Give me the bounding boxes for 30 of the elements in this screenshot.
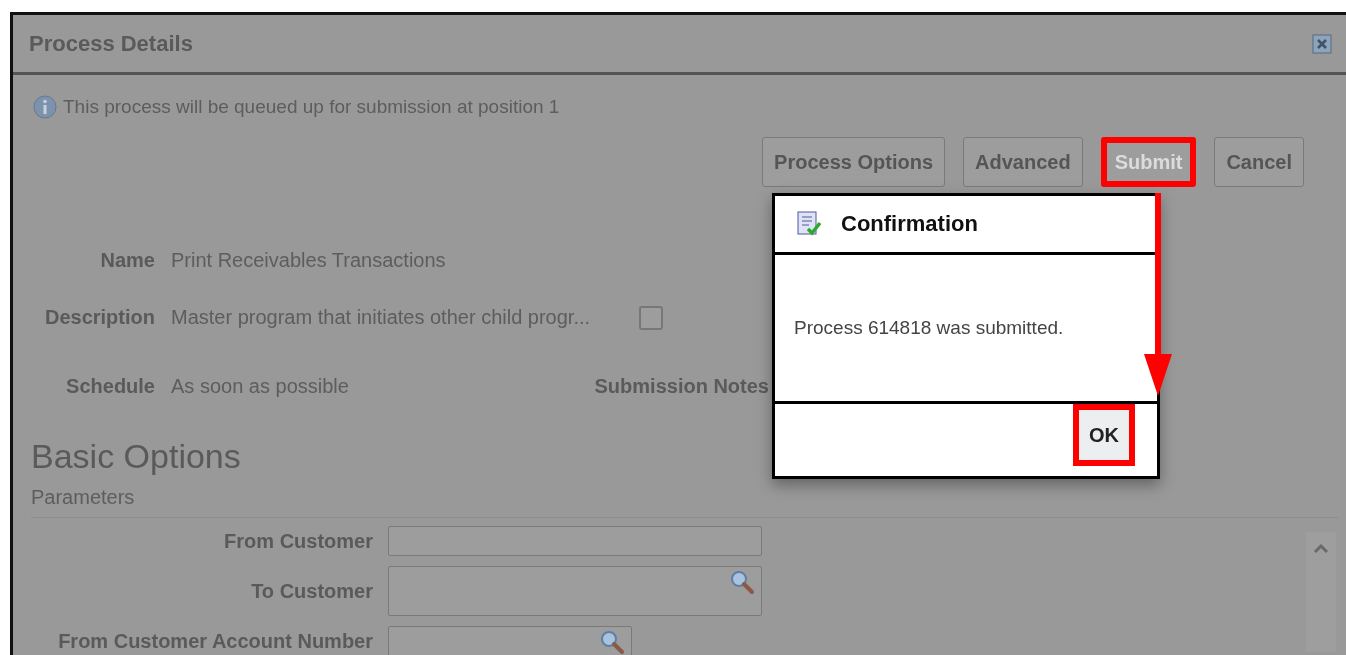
field-label: From Customer bbox=[224, 529, 373, 553]
action-button[interactable]: Process Options bbox=[762, 137, 946, 187]
document-check-icon bbox=[795, 210, 823, 238]
close-button[interactable] bbox=[1312, 33, 1332, 54]
field-label: Schedule bbox=[65, 374, 155, 398]
field-label: To Customer bbox=[251, 579, 373, 603]
field-value: Print Receivables Transactions bbox=[171, 248, 447, 273]
confirmation-message: Process 614818 was submitted. bbox=[794, 317, 1064, 339]
chevron-up-icon[interactable] bbox=[1313, 544, 1329, 554]
info-icon bbox=[33, 95, 57, 119]
input-field[interactable] bbox=[388, 526, 762, 556]
field-label: Submission Notes bbox=[593, 374, 769, 398]
input-field[interactable] bbox=[388, 626, 632, 655]
window-title: Process Details bbox=[29, 30, 193, 57]
action-button[interactable]: Cancel bbox=[1214, 137, 1304, 187]
info-message: This process will be queued up for submission at position 1 bbox=[63, 96, 560, 118]
field-label: From Customer Account Number bbox=[58, 629, 373, 653]
field-label: Description bbox=[43, 306, 155, 329]
field-value: Master program that initiates other child progr... bbox=[171, 305, 591, 330]
search-icon bbox=[599, 629, 625, 655]
scrollbar[interactable] bbox=[1306, 532, 1336, 652]
search-icon bbox=[729, 569, 755, 595]
dialog-title: Confirmation bbox=[841, 211, 978, 237]
section-title: Basic Options bbox=[31, 437, 241, 476]
field-label: Name bbox=[99, 249, 155, 272]
input-field[interactable] bbox=[388, 566, 762, 616]
ok-button[interactable]: OK bbox=[1073, 404, 1135, 466]
action-button[interactable]: Advanced bbox=[963, 137, 1083, 187]
checkbox[interactable] bbox=[639, 305, 663, 330]
field-value: As soon as possible bbox=[171, 373, 350, 399]
